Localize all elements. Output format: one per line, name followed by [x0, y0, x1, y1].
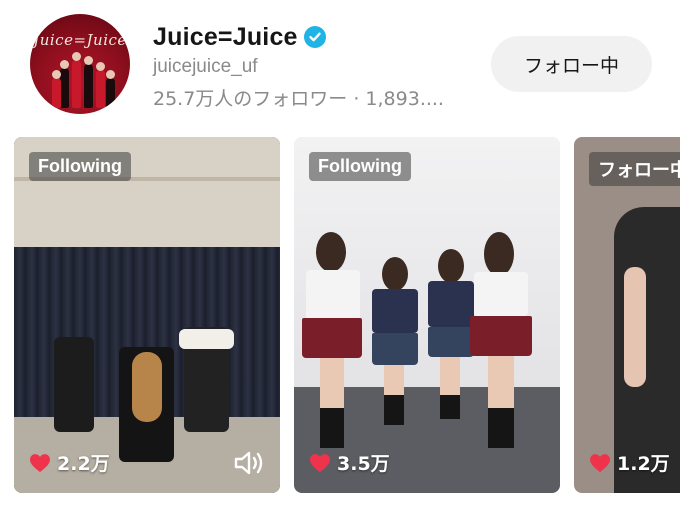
avatar-figure	[72, 52, 81, 108]
like-count: 3.5万	[309, 449, 390, 476]
dancer-figure	[132, 352, 162, 422]
dancer-figure	[179, 329, 234, 349]
like-count: 1.2万	[589, 449, 670, 476]
profile-avatar[interactable]: Juice=Juice	[30, 14, 130, 114]
avatar-figure	[84, 56, 93, 108]
performer-figure	[624, 267, 646, 387]
profile-name[interactable]: Juice=Juice	[153, 23, 298, 52]
sound-icon[interactable]	[233, 449, 265, 477]
like-count: 2.2万	[29, 449, 110, 476]
profile-name-row: Juice=Juice	[153, 22, 326, 52]
video-card[interactable]: Following 2.2万	[14, 137, 280, 493]
heart-icon	[30, 453, 50, 472]
following-badge: Following	[29, 152, 131, 181]
heart-icon	[310, 453, 330, 472]
like-count-text: 1.2万	[617, 453, 670, 475]
avatar-figure	[52, 70, 61, 108]
dancer-figure	[54, 337, 94, 432]
verified-check-icon	[303, 26, 326, 48]
like-count-text: 3.5万	[337, 453, 390, 475]
following-badge: フォロー中	[589, 152, 680, 186]
following-badge: Following	[309, 152, 411, 181]
avatar-figure	[60, 60, 69, 108]
video-card[interactable]: フォロー中 1.2万	[574, 137, 680, 493]
avatar-logo-text: Juice=Juice	[33, 31, 127, 49]
video-card[interactable]: Following 3.5万	[294, 137, 560, 493]
avatar-figure	[106, 70, 115, 108]
profile-stats[interactable]: 25.7万人のフォロワー · 1,893....	[153, 84, 473, 111]
profile-handle: juicejuice_uf	[153, 56, 258, 77]
following-button[interactable]: フォロー中	[491, 36, 652, 92]
avatar-figure	[96, 62, 105, 108]
heart-icon	[590, 453, 610, 472]
like-count-text: 2.2万	[57, 453, 110, 475]
